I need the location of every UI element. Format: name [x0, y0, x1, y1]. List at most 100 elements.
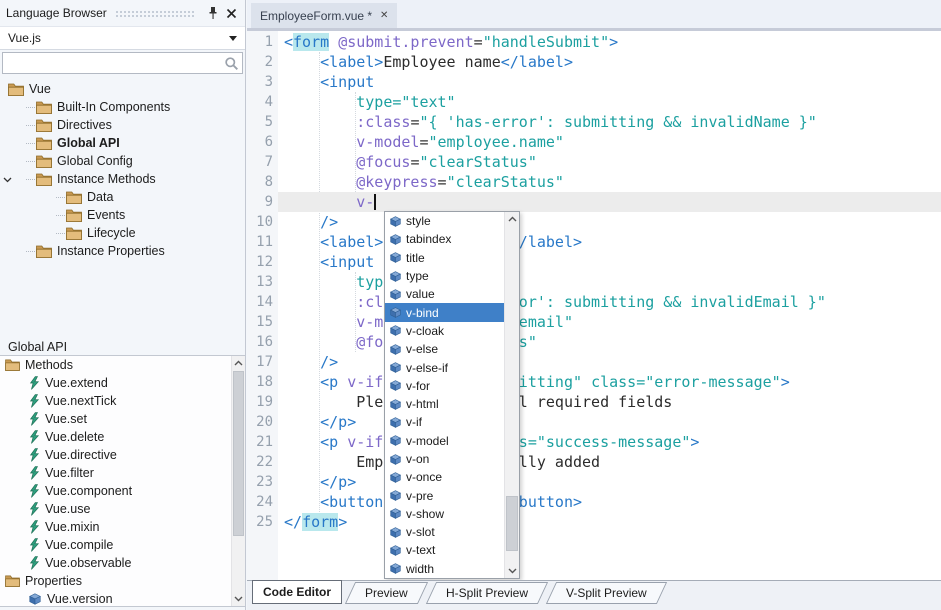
sidebar-item-vue[interactable]: Vue — [0, 80, 245, 98]
autocomplete-item-v-model[interactable]: v-model — [385, 432, 519, 450]
pin-icon[interactable] — [205, 5, 221, 21]
api-item-vue-version[interactable]: Vue.version — [0, 590, 245, 608]
library-select[interactable]: Vue.js — [0, 26, 245, 50]
api-item-properties[interactable]: Properties — [0, 572, 245, 590]
code-token: </ — [284, 513, 302, 531]
code-line-5[interactable]: 5 :class="{ 'has-error': submitting && i… — [247, 112, 941, 132]
code-line-4[interactable]: 4 type="text" — [247, 92, 941, 112]
sidebar-item-instance-properties[interactable]: Instance Properties — [0, 242, 245, 260]
sidebar-item-lifecycle[interactable]: Lifecycle — [0, 224, 245, 242]
folder-icon — [36, 101, 52, 114]
autocomplete-item-v-for[interactable]: v-for — [385, 377, 519, 395]
autocomplete-item-v-html[interactable]: v-html — [385, 395, 519, 413]
method-icon — [28, 520, 40, 534]
autocomplete-item-v-once[interactable]: v-once — [385, 468, 519, 486]
code-line-7[interactable]: 7 @focus="clearStatus" — [247, 152, 941, 172]
autocomplete-item-width[interactable]: width — [385, 560, 519, 578]
autocomplete-item-v-cloak[interactable]: v-cloak — [385, 322, 519, 340]
tab-v-split-preview[interactable]: V-Split Preview — [546, 582, 667, 604]
api-list-scrollbar[interactable] — [231, 356, 245, 606]
autocomplete-scrollbar[interactable] — [504, 212, 519, 578]
code-line-3[interactable]: 3 <input — [247, 72, 941, 92]
sidebar-item-directives[interactable]: Directives — [0, 116, 245, 134]
sidebar-item-built-in-components[interactable]: Built-In Components — [0, 98, 245, 116]
sidebar-item-events[interactable]: Events — [0, 206, 245, 224]
code-line-20[interactable]: 20 </p> — [247, 412, 941, 432]
scroll-down-icon[interactable] — [232, 592, 245, 606]
code-line-24[interactable]: 24 <button>Add Employee</button> — [247, 492, 941, 512]
scroll-down-icon[interactable] — [505, 564, 519, 578]
scrollbar-thumb[interactable] — [506, 496, 518, 551]
tab-code-editor[interactable]: Code Editor — [252, 580, 342, 604]
code-line-17[interactable]: 17 /> — [247, 352, 941, 372]
sidebar-item-global-config[interactable]: Global Config — [0, 152, 245, 170]
scroll-up-icon[interactable] — [232, 356, 245, 370]
code-line-18[interactable]: 18 <p v-if="error && submitting" class="… — [247, 372, 941, 392]
code-line-13[interactable]: 13 type="text" — [247, 272, 941, 292]
code-line-9[interactable]: 9 v- — [247, 192, 941, 212]
code-editor-surface[interactable]: 1<form @submit.prevent="handleSubmit">2 … — [247, 31, 941, 580]
tab-employeeform-vue[interactable]: EmployeeForm.vue * ✕ — [251, 3, 397, 28]
code-line-19[interactable]: 19 Please fill out all required fields — [247, 392, 941, 412]
api-item-label: Vue.observable — [45, 556, 131, 570]
autocomplete-item-label: v-else — [406, 342, 438, 356]
view-tab-strip: Code EditorPreviewH-Split PreviewV-Split… — [247, 580, 941, 610]
code-line-2[interactable]: 2 <label>Employee name</label> — [247, 52, 941, 72]
api-item-vue-use[interactable]: Vue.use — [0, 500, 245, 518]
code-line-8[interactable]: 8 @keypress="clearStatus" — [247, 172, 941, 192]
api-item-vue-filter[interactable]: Vue.filter — [0, 464, 245, 482]
api-item-label: Vue.use — [45, 502, 90, 516]
api-item-vue-observable[interactable]: Vue.observable — [0, 554, 245, 572]
code-line-25[interactable]: 25</form> — [247, 512, 941, 532]
tab-preview[interactable]: Preview — [345, 582, 428, 604]
autocomplete-item-v-else-if[interactable]: v-else-if — [385, 358, 519, 376]
code-line-21[interactable]: 21 <p v-if="success" class="success-mess… — [247, 432, 941, 452]
code-line-1[interactable]: 1<form @submit.prevent="handleSubmit"> — [247, 32, 941, 52]
code-line-22[interactable]: 22 Employee successfully added — [247, 452, 941, 472]
api-item-vue-set[interactable]: Vue.set — [0, 410, 245, 428]
autocomplete-item-tabindex[interactable]: tabindex — [385, 230, 519, 248]
api-item-vue-directive[interactable]: Vue.directive — [0, 446, 245, 464]
property-icon — [389, 416, 402, 429]
api-item-vue-mixin[interactable]: Vue.mixin — [0, 518, 245, 536]
sidebar-item-data[interactable]: Data — [0, 188, 245, 206]
api-item-vue-nexttick[interactable]: Vue.nextTick — [0, 392, 245, 410]
autocomplete-item-v-else[interactable]: v-else — [385, 340, 519, 358]
api-item-vue-extend[interactable]: Vue.extend — [0, 374, 245, 392]
autocomplete-item-value[interactable]: value — [385, 285, 519, 303]
autocomplete-item-v-pre[interactable]: v-pre — [385, 486, 519, 504]
autocomplete-item-v-bind[interactable]: v-bind — [385, 303, 519, 321]
code-line-14[interactable]: 14 :class="{ 'has-error': submitting && … — [247, 292, 941, 312]
autocomplete-item-label: v-cloak — [406, 324, 444, 338]
sidebar-item-global-api[interactable]: Global API — [0, 134, 245, 152]
code-line-23[interactable]: 23 </p> — [247, 472, 941, 492]
code-line-6[interactable]: 6 v-model="employee.name" — [247, 132, 941, 152]
code-line-11[interactable]: 11 <label>Employee Email</label> — [247, 232, 941, 252]
autocomplete-item-v-on[interactable]: v-on — [385, 450, 519, 468]
autocomplete-item-v-show[interactable]: v-show — [385, 505, 519, 523]
method-icon — [28, 484, 40, 498]
autocomplete-item-title[interactable]: title — [385, 249, 519, 267]
drag-grip-dots[interactable] — [115, 10, 195, 18]
close-panel-icon[interactable] — [223, 5, 239, 21]
code-line-15[interactable]: 15 v-model="employee.email" — [247, 312, 941, 332]
tab-h-split-preview[interactable]: H-Split Preview — [426, 582, 548, 604]
api-item-methods[interactable]: Methods — [0, 356, 245, 374]
code-line-10[interactable]: 10 /> — [247, 212, 941, 232]
autocomplete-item-v-if[interactable]: v-if — [385, 413, 519, 431]
scroll-up-icon[interactable] — [505, 212, 519, 226]
autocomplete-item-type[interactable]: type — [385, 267, 519, 285]
api-item-vue-delete[interactable]: Vue.delete — [0, 428, 245, 446]
tree-search-input[interactable] — [3, 55, 224, 71]
autocomplete-item-v-slot[interactable]: v-slot — [385, 523, 519, 541]
autocomplete-item-style[interactable]: style — [385, 212, 519, 230]
code-line-16[interactable]: 16 @focus="clearStatus" — [247, 332, 941, 352]
autocomplete-item-v-text[interactable]: v-text — [385, 541, 519, 559]
code-line-12[interactable]: 12 <input — [247, 252, 941, 272]
sidebar-item-instance-methods[interactable]: Instance Methods — [0, 170, 245, 188]
api-item-vue-component[interactable]: Vue.component — [0, 482, 245, 500]
scrollbar-thumb[interactable] — [233, 371, 244, 536]
close-tab-icon[interactable]: ✕ — [380, 10, 388, 21]
property-icon — [389, 379, 402, 392]
api-item-vue-compile[interactable]: Vue.compile — [0, 536, 245, 554]
